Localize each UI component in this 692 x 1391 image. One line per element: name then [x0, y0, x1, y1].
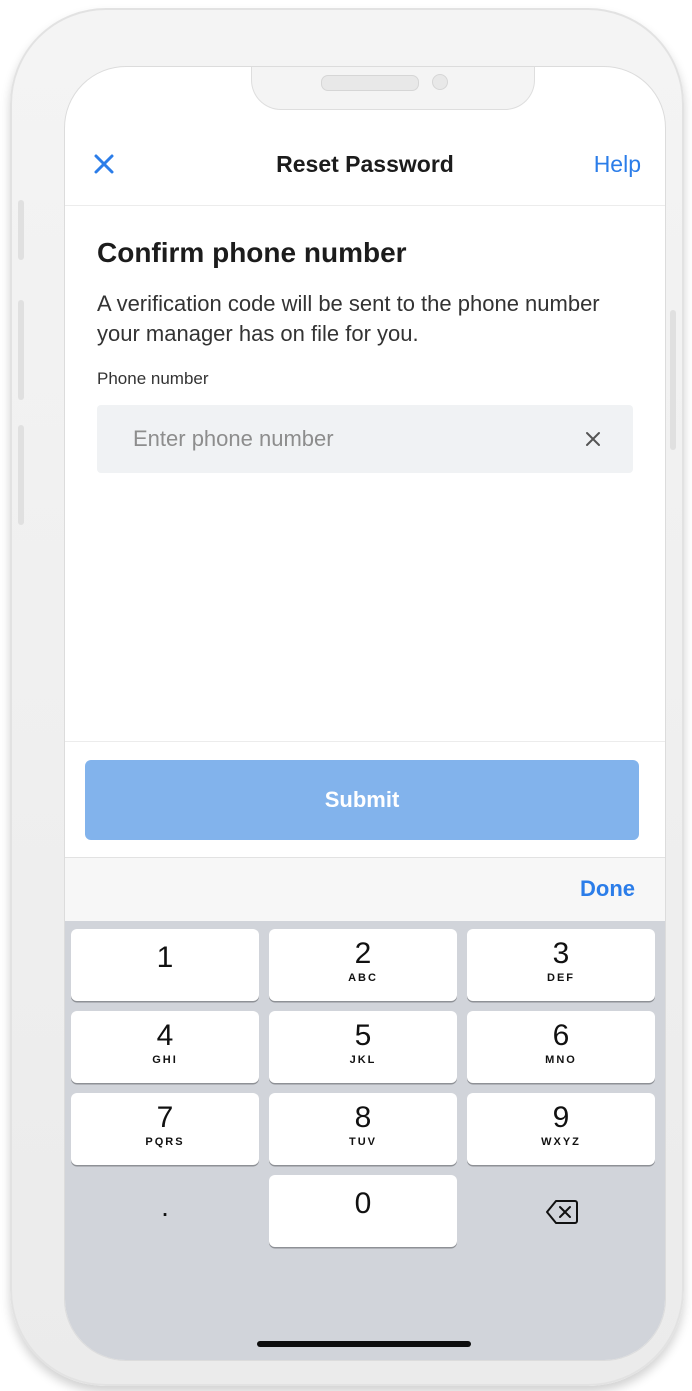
phone-field[interactable]	[97, 405, 633, 473]
mute-switch	[18, 200, 24, 260]
form-description: A verification code will be sent to the …	[97, 291, 600, 346]
form-content: Confirm phone number A verification code…	[97, 237, 633, 473]
key-digit: .	[161, 1191, 169, 1222]
key-3[interactable]: 3 DEF	[467, 929, 655, 1001]
key-digit: 1	[156, 941, 174, 974]
phone-field-label: Phone number	[97, 369, 209, 388]
phone-frame: Reset Password Help Confirm phone number…	[10, 8, 684, 1386]
numeric-keypad: 1 2 ABC 3 DEF 4 GHI 5 JKL 6 MNO 7 PQRS 8…	[65, 921, 665, 1360]
key-letters: GHI	[152, 1054, 178, 1066]
form-heading: Confirm phone number	[97, 237, 407, 268]
page-title: Reset Password	[276, 151, 454, 177]
backspace-icon	[545, 1199, 579, 1230]
key-digit: 8	[354, 1101, 372, 1134]
done-button[interactable]: Done	[580, 876, 635, 902]
key-6[interactable]: 6 MNO	[467, 1011, 655, 1083]
key-letters: TUV	[349, 1136, 377, 1148]
phone-input[interactable]	[97, 405, 633, 473]
key-8[interactable]: 8 TUV	[269, 1093, 457, 1165]
key-digit: 6	[552, 1019, 570, 1052]
key-letters: MNO	[545, 1054, 577, 1066]
front-camera	[432, 74, 448, 90]
key-letters: PQRS	[145, 1136, 185, 1148]
key-dot[interactable]: .	[71, 1175, 259, 1247]
power-button	[670, 310, 676, 450]
volume-up-button	[18, 300, 24, 400]
key-7[interactable]: 7 PQRS	[71, 1093, 259, 1165]
key-1[interactable]: 1	[71, 929, 259, 1001]
key-digit: 4	[156, 1019, 174, 1052]
home-indicator[interactable]	[257, 1341, 471, 1347]
key-letters: ABC	[348, 972, 378, 984]
keyboard-accessory-bar: Done	[65, 857, 665, 922]
key-2[interactable]: 2 ABC	[269, 929, 457, 1001]
key-4[interactable]: 4 GHI	[71, 1011, 259, 1083]
phone-screen: Reset Password Help Confirm phone number…	[64, 66, 666, 1361]
key-digit: 7	[156, 1101, 174, 1134]
key-5[interactable]: 5 JKL	[269, 1011, 457, 1083]
key-digit: 3	[552, 937, 570, 970]
key-letters: JKL	[349, 1054, 377, 1066]
clear-icon[interactable]	[581, 427, 605, 451]
submit-area: Submit	[65, 741, 665, 858]
key-digit: 9	[552, 1101, 570, 1134]
key-0[interactable]: 0	[269, 1175, 457, 1247]
help-link[interactable]: Help	[594, 151, 641, 178]
key-9[interactable]: 9 WXYZ	[467, 1093, 655, 1165]
key-letters: WXYZ	[541, 1136, 581, 1148]
volume-down-button	[18, 425, 24, 525]
key-digit: 2	[354, 937, 372, 970]
key-digit: 0	[354, 1187, 372, 1220]
backspace-key[interactable]	[467, 1175, 655, 1247]
speaker-grille	[321, 75, 419, 91]
key-digit: 5	[354, 1019, 372, 1052]
submit-button[interactable]: Submit	[85, 760, 639, 840]
nav-bar: Reset Password Help	[65, 135, 665, 206]
key-letters: DEF	[547, 972, 575, 984]
